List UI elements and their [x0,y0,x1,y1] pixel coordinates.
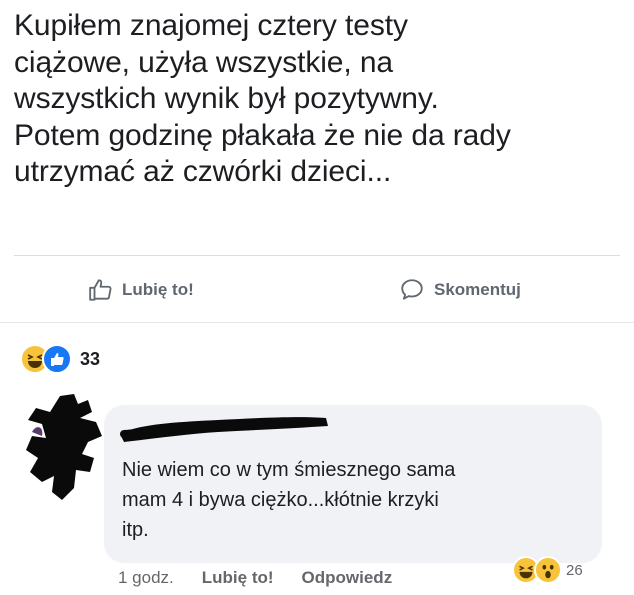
comment-time[interactable]: 1 godz. [118,568,174,588]
post-text-line: ciążowe, użyła wszystkie, na [14,45,394,79]
post-text-line: wszystkich wynik był pozytywny. [14,82,439,115]
wow-icon [534,556,562,584]
divider [0,322,634,323]
like-label: Lubię to! [122,280,194,299]
post-text: Kupiłem znajomej cztery testy ciążowe, u… [14,8,624,191]
post-text-line: Potem godzinę płakała że nie da rady [14,118,511,152]
comment-reply-link[interactable]: Odpowiedz [302,568,393,588]
comment-meta: 1 godz. Lubię to! Odpowiedz [118,568,420,588]
comment-reaction-count: 26 [566,561,583,579]
like-button[interactable]: Lubię to! [88,270,194,310]
divider [14,255,620,256]
comment-label: Skomentuj [434,280,521,299]
post-text-line: Kupiłem znajomej cztery testy [14,9,408,42]
like-icon [42,344,72,374]
comment-text-line: Nie wiem co w tym śmiesznego sama [122,459,456,481]
comment-like-link[interactable]: Lubię to! [202,568,274,588]
speech-bubble-icon [401,279,423,300]
comment-reactions[interactable]: 26 [512,556,583,584]
post-reactions[interactable]: 33 [20,344,100,374]
post-actions: Lubię to! Skomentuj [0,270,634,310]
thumbs-up-icon [89,279,112,301]
comment-text-line: itp. [122,519,149,541]
reaction-count: 33 [80,348,101,369]
comment-text-line: mam 4 i bywa ciężko...kłótnie krzyki [122,489,439,511]
comment-button[interactable]: Skomentuj [398,270,521,310]
post-text-line: utrzymać aż czwórki dzieci... [14,155,392,188]
comment-text: Nie wiem co w tym śmiesznego sama mam 4 … [122,455,592,545]
redacted-name [120,417,328,442]
